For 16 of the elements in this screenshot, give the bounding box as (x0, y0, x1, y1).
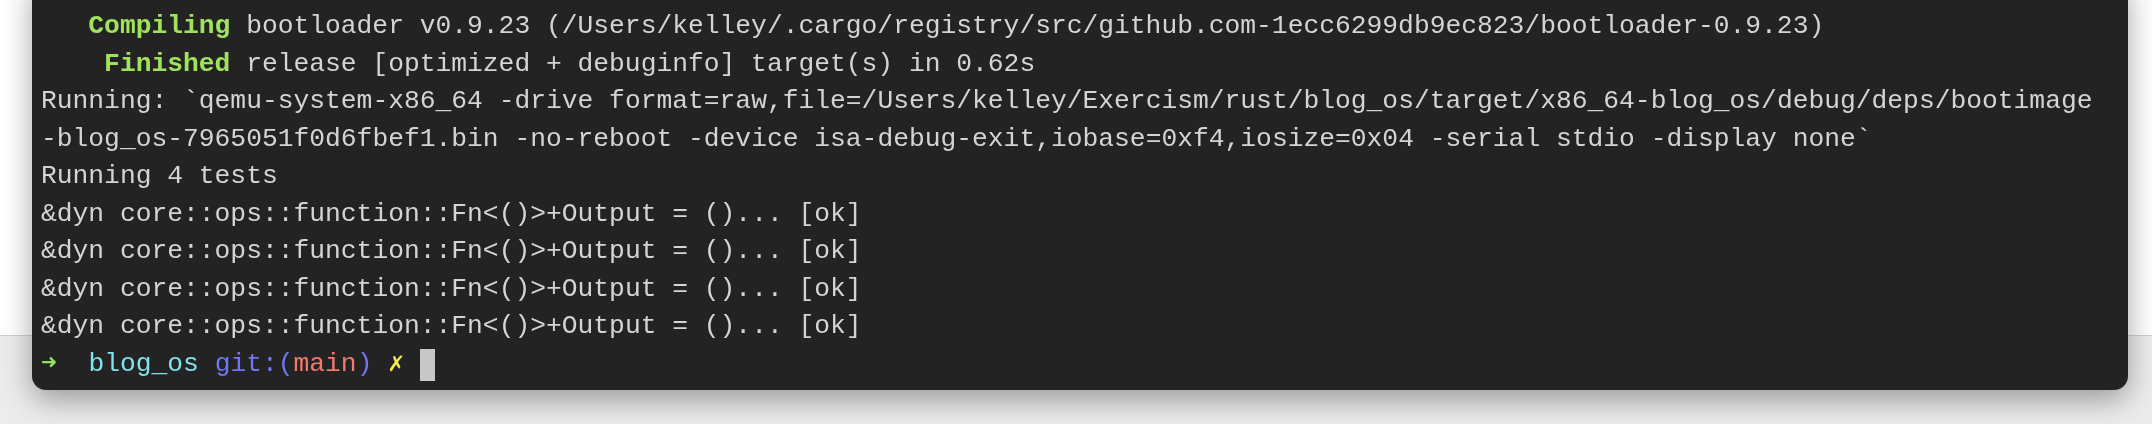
directory-name: blog_os (88, 347, 199, 381)
git-status: git:(main) (214, 347, 373, 381)
dirty-mark: ✗ (388, 347, 405, 381)
terminal-line: Running 4 tests (41, 160, 278, 193)
status-label: Compiling (87, 10, 231, 43)
terminal-line: bootloader v0.9.23 (/Users/kelley/.cargo/registry/src/github.com-1ecc6299db9ec823/bootloader-0.9.23) (246, 10, 1825, 43)
status-label: Finished (103, 47, 231, 81)
text-cursor (419, 348, 435, 381)
prompt-arrow: ➜ (41, 347, 57, 381)
terminal-line: &dyn core::ops::function::Fn<()>+Output = ()... [ok] (41, 235, 862, 268)
terminal-line: &dyn core::ops::function::Fn<()>+Output = ()... [ok] (41, 272, 862, 306)
terminal-line: -blog_os-7965051f0d6fbef1.bin -no-reboot -device isa-debug-exit,iobase=0xf4,iosize=0x04 -serial stdio -display none` (41, 122, 1872, 156)
terminal-line: &dyn core::ops::function::Fn<()>+Output = ()... [ok] (41, 310, 862, 343)
terminal-line: &dyn core::ops::function::Fn<()>+Output = ()... [ok] (41, 197, 862, 231)
terminal-line: Running: `qemu-system-x86_64 -drive format=raw,file=/Users/kelley/Exercism/rust/blog_os/target/x86_64-blog_os/debug/deps/bootimage (41, 85, 2093, 118)
terminal-line: release [optimized + debuginfo] target(s) in 0.62s (246, 47, 1036, 81)
